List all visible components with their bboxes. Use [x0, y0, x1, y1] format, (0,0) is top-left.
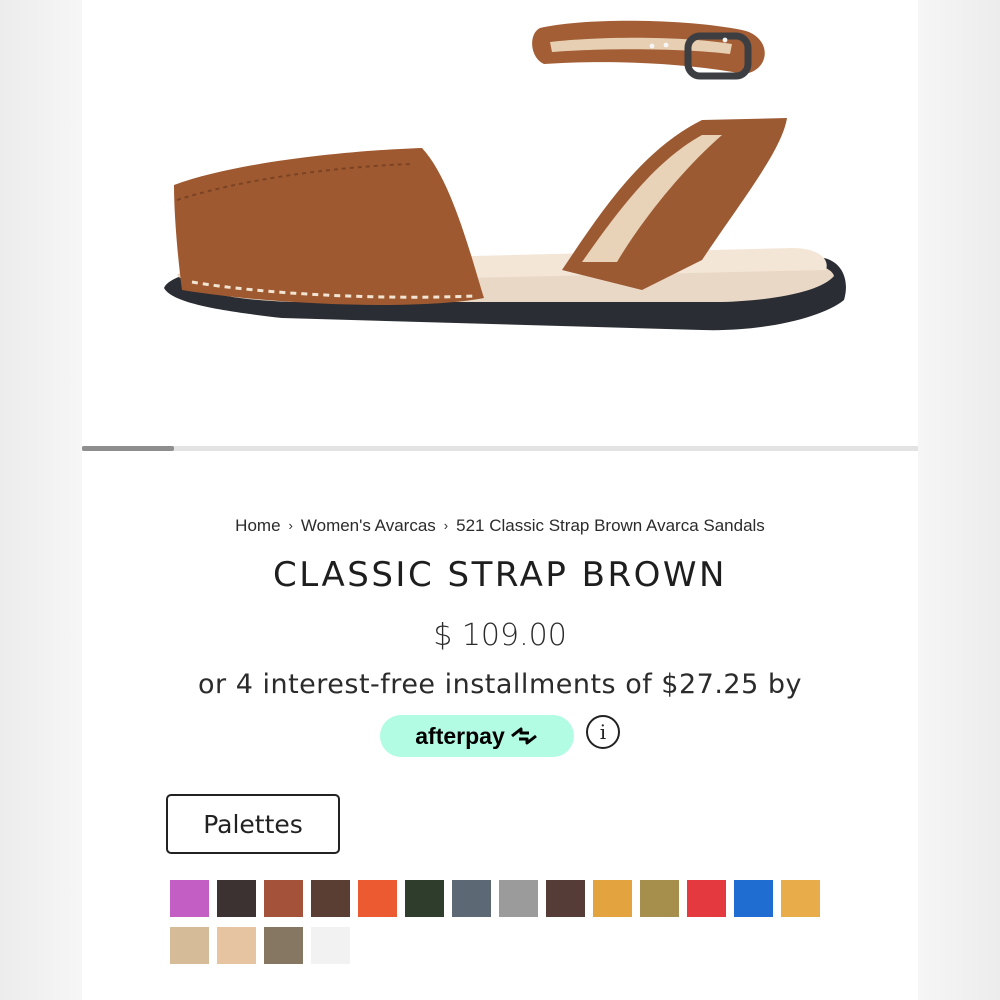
left-margin	[0, 0, 82, 1000]
color-swatch[interactable]	[640, 880, 679, 917]
gallery-scrollbar[interactable]	[82, 446, 918, 451]
color-swatch[interactable]	[593, 880, 632, 917]
color-swatch[interactable]	[217, 880, 256, 917]
color-swatch[interactable]	[734, 880, 773, 917]
color-swatch[interactable]	[546, 880, 585, 917]
product-page: Home › Women's Avarcas › 521 Classic Strap B…	[82, 0, 918, 1000]
color-swatch[interactable]	[781, 880, 820, 917]
color-swatch[interactable]	[217, 927, 256, 964]
color-swatch[interactable]	[405, 880, 444, 917]
color-swatch[interactable]	[687, 880, 726, 917]
color-swatch[interactable]	[264, 880, 303, 917]
breadcrumb-home[interactable]: Home	[235, 516, 280, 535]
breadcrumb-current-page: 521 Classic Strap Brown Avarca Sandals	[456, 516, 765, 535]
breadcrumb-separator: ›	[443, 518, 449, 533]
color-swatch[interactable]	[452, 880, 491, 917]
color-swatch[interactable]	[358, 880, 397, 917]
breadcrumb-womens-avarcas[interactable]: Women's Avarcas	[301, 516, 436, 535]
product-title: CLASSIC STRAP BROWN	[273, 555, 727, 595]
color-swatch[interactable]	[170, 927, 209, 964]
color-swatch[interactable]	[311, 880, 350, 917]
product-price: $ 109.00	[433, 618, 567, 653]
installments-text: or 4 interest-free installments of $27.2…	[198, 669, 802, 700]
afterpay-label: afterpay	[415, 722, 505, 749]
color-swatch[interactable]	[311, 927, 350, 964]
sandal-product-image	[164, 20, 846, 331]
afterpay-arrows-icon	[510, 727, 537, 745]
color-swatch[interactable]	[264, 927, 303, 964]
palettes-button[interactable]: Palettes	[166, 794, 340, 854]
color-swatch[interactable]	[170, 880, 209, 917]
color-swatch[interactable]	[499, 880, 538, 917]
afterpay-badge[interactable]: afterpay	[380, 715, 574, 757]
gallery-scrollbar-thumb[interactable]	[82, 446, 174, 451]
breadcrumb: Home › Women's Avarcas › 521 Classic Strap B…	[82, 516, 918, 536]
right-margin	[918, 0, 1000, 1000]
product-image-gallery[interactable]	[82, 0, 918, 451]
info-icon[interactable]: i	[586, 715, 620, 749]
breadcrumb-separator: ›	[288, 518, 293, 533]
